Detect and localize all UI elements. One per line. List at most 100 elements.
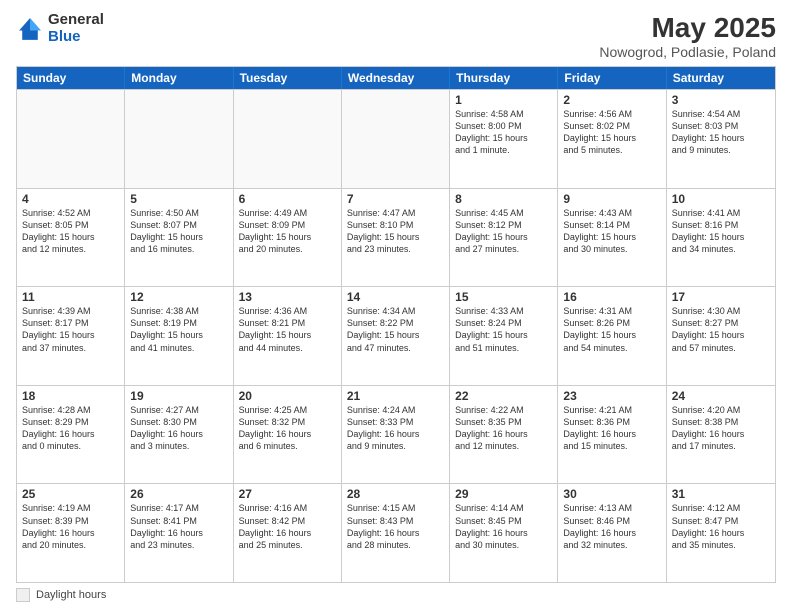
calendar-header: SundayMondayTuesdayWednesdayThursdayFrid… bbox=[17, 67, 775, 89]
legend-label: Daylight hours bbox=[36, 589, 106, 601]
cell-text: Sunrise: 4:15 AM Sunset: 8:43 PM Dayligh… bbox=[347, 502, 444, 551]
title-block: May 2025 Nowogrod, Podlasie, Poland bbox=[599, 12, 776, 60]
weekday-header-tuesday: Tuesday bbox=[234, 67, 342, 89]
day-number: 18 bbox=[22, 389, 119, 403]
logo: General Blue bbox=[16, 12, 104, 45]
cell-text: Sunrise: 4:13 AM Sunset: 8:46 PM Dayligh… bbox=[563, 502, 660, 551]
day-number: 3 bbox=[672, 93, 770, 107]
cell-text: Sunrise: 4:58 AM Sunset: 8:00 PM Dayligh… bbox=[455, 108, 552, 157]
calendar-cell-28: 28Sunrise: 4:15 AM Sunset: 8:43 PM Dayli… bbox=[342, 484, 450, 582]
day-number: 20 bbox=[239, 389, 336, 403]
day-number: 7 bbox=[347, 192, 444, 206]
logo-blue-text: Blue bbox=[48, 28, 81, 45]
cell-text: Sunrise: 4:45 AM Sunset: 8:12 PM Dayligh… bbox=[455, 207, 552, 256]
day-number: 14 bbox=[347, 290, 444, 304]
cell-text: Sunrise: 4:49 AM Sunset: 8:09 PM Dayligh… bbox=[239, 207, 336, 256]
location: Nowogrod, Podlasie, Poland bbox=[599, 44, 776, 60]
day-number: 21 bbox=[347, 389, 444, 403]
day-number: 22 bbox=[455, 389, 552, 403]
calendar-cell-13: 13Sunrise: 4:36 AM Sunset: 8:21 PM Dayli… bbox=[234, 287, 342, 385]
cell-text: Sunrise: 4:25 AM Sunset: 8:32 PM Dayligh… bbox=[239, 404, 336, 453]
calendar-row-2: 11Sunrise: 4:39 AM Sunset: 8:17 PM Dayli… bbox=[17, 286, 775, 385]
cell-text: Sunrise: 4:41 AM Sunset: 8:16 PM Dayligh… bbox=[672, 207, 770, 256]
calendar-cell-empty-0-3 bbox=[342, 90, 450, 188]
calendar-cell-22: 22Sunrise: 4:22 AM Sunset: 8:35 PM Dayli… bbox=[450, 386, 558, 484]
day-number: 4 bbox=[22, 192, 119, 206]
day-number: 24 bbox=[672, 389, 770, 403]
cell-text: Sunrise: 4:16 AM Sunset: 8:42 PM Dayligh… bbox=[239, 502, 336, 551]
cell-text: Sunrise: 4:47 AM Sunset: 8:10 PM Dayligh… bbox=[347, 207, 444, 256]
day-number: 8 bbox=[455, 192, 552, 206]
cell-text: Sunrise: 4:34 AM Sunset: 8:22 PM Dayligh… bbox=[347, 305, 444, 354]
calendar-cell-2: 2Sunrise: 4:56 AM Sunset: 8:02 PM Daylig… bbox=[558, 90, 666, 188]
calendar-cell-20: 20Sunrise: 4:25 AM Sunset: 8:32 PM Dayli… bbox=[234, 386, 342, 484]
calendar: SundayMondayTuesdayWednesdayThursdayFrid… bbox=[16, 66, 776, 583]
cell-text: Sunrise: 4:19 AM Sunset: 8:39 PM Dayligh… bbox=[22, 502, 119, 551]
calendar-cell-15: 15Sunrise: 4:33 AM Sunset: 8:24 PM Dayli… bbox=[450, 287, 558, 385]
cell-text: Sunrise: 4:30 AM Sunset: 8:27 PM Dayligh… bbox=[672, 305, 770, 354]
weekday-header-monday: Monday bbox=[125, 67, 233, 89]
cell-text: Sunrise: 4:12 AM Sunset: 8:47 PM Dayligh… bbox=[672, 502, 770, 551]
day-number: 17 bbox=[672, 290, 770, 304]
page: General Blue May 2025 Nowogrod, Podlasie… bbox=[0, 0, 792, 612]
cell-text: Sunrise: 4:21 AM Sunset: 8:36 PM Dayligh… bbox=[563, 404, 660, 453]
cell-text: Sunrise: 4:54 AM Sunset: 8:03 PM Dayligh… bbox=[672, 108, 770, 157]
day-number: 9 bbox=[563, 192, 660, 206]
calendar-cell-empty-0-1 bbox=[125, 90, 233, 188]
day-number: 5 bbox=[130, 192, 227, 206]
cell-text: Sunrise: 4:22 AM Sunset: 8:35 PM Dayligh… bbox=[455, 404, 552, 453]
cell-text: Sunrise: 4:56 AM Sunset: 8:02 PM Dayligh… bbox=[563, 108, 660, 157]
calendar-cell-16: 16Sunrise: 4:31 AM Sunset: 8:26 PM Dayli… bbox=[558, 287, 666, 385]
cell-text: Sunrise: 4:20 AM Sunset: 8:38 PM Dayligh… bbox=[672, 404, 770, 453]
cell-text: Sunrise: 4:27 AM Sunset: 8:30 PM Dayligh… bbox=[130, 404, 227, 453]
calendar-cell-21: 21Sunrise: 4:24 AM Sunset: 8:33 PM Dayli… bbox=[342, 386, 450, 484]
calendar-row-0: 1Sunrise: 4:58 AM Sunset: 8:00 PM Daylig… bbox=[17, 89, 775, 188]
calendar-cell-27: 27Sunrise: 4:16 AM Sunset: 8:42 PM Dayli… bbox=[234, 484, 342, 582]
cell-text: Sunrise: 4:50 AM Sunset: 8:07 PM Dayligh… bbox=[130, 207, 227, 256]
day-number: 11 bbox=[22, 290, 119, 304]
calendar-cell-17: 17Sunrise: 4:30 AM Sunset: 8:27 PM Dayli… bbox=[667, 287, 775, 385]
cell-text: Sunrise: 4:17 AM Sunset: 8:41 PM Dayligh… bbox=[130, 502, 227, 551]
calendar-cell-19: 19Sunrise: 4:27 AM Sunset: 8:30 PM Dayli… bbox=[125, 386, 233, 484]
calendar-cell-24: 24Sunrise: 4:20 AM Sunset: 8:38 PM Dayli… bbox=[667, 386, 775, 484]
day-number: 6 bbox=[239, 192, 336, 206]
calendar-cell-10: 10Sunrise: 4:41 AM Sunset: 8:16 PM Dayli… bbox=[667, 189, 775, 287]
cell-text: Sunrise: 4:28 AM Sunset: 8:29 PM Dayligh… bbox=[22, 404, 119, 453]
logo-icon bbox=[16, 15, 44, 43]
calendar-cell-4: 4Sunrise: 4:52 AM Sunset: 8:05 PM Daylig… bbox=[17, 189, 125, 287]
day-number: 10 bbox=[672, 192, 770, 206]
calendar-cell-5: 5Sunrise: 4:50 AM Sunset: 8:07 PM Daylig… bbox=[125, 189, 233, 287]
day-number: 19 bbox=[130, 389, 227, 403]
legend: Daylight hours bbox=[16, 588, 776, 602]
day-number: 15 bbox=[455, 290, 552, 304]
cell-text: Sunrise: 4:39 AM Sunset: 8:17 PM Dayligh… bbox=[22, 305, 119, 354]
day-number: 30 bbox=[563, 487, 660, 501]
calendar-cell-9: 9Sunrise: 4:43 AM Sunset: 8:14 PM Daylig… bbox=[558, 189, 666, 287]
weekday-header-sunday: Sunday bbox=[17, 67, 125, 89]
calendar-cell-1: 1Sunrise: 4:58 AM Sunset: 8:00 PM Daylig… bbox=[450, 90, 558, 188]
calendar-row-3: 18Sunrise: 4:28 AM Sunset: 8:29 PM Dayli… bbox=[17, 385, 775, 484]
cell-text: Sunrise: 4:36 AM Sunset: 8:21 PM Dayligh… bbox=[239, 305, 336, 354]
calendar-cell-23: 23Sunrise: 4:21 AM Sunset: 8:36 PM Dayli… bbox=[558, 386, 666, 484]
day-number: 16 bbox=[563, 290, 660, 304]
weekday-header-thursday: Thursday bbox=[450, 67, 558, 89]
cell-text: Sunrise: 4:38 AM Sunset: 8:19 PM Dayligh… bbox=[130, 305, 227, 354]
calendar-cell-empty-0-0 bbox=[17, 90, 125, 188]
calendar-cell-12: 12Sunrise: 4:38 AM Sunset: 8:19 PM Dayli… bbox=[125, 287, 233, 385]
calendar-cell-3: 3Sunrise: 4:54 AM Sunset: 8:03 PM Daylig… bbox=[667, 90, 775, 188]
weekday-header-wednesday: Wednesday bbox=[342, 67, 450, 89]
cell-text: Sunrise: 4:33 AM Sunset: 8:24 PM Dayligh… bbox=[455, 305, 552, 354]
calendar-cell-6: 6Sunrise: 4:49 AM Sunset: 8:09 PM Daylig… bbox=[234, 189, 342, 287]
calendar-cell-25: 25Sunrise: 4:19 AM Sunset: 8:39 PM Dayli… bbox=[17, 484, 125, 582]
day-number: 2 bbox=[563, 93, 660, 107]
day-number: 1 bbox=[455, 93, 552, 107]
calendar-row-4: 25Sunrise: 4:19 AM Sunset: 8:39 PM Dayli… bbox=[17, 483, 775, 582]
header: General Blue May 2025 Nowogrod, Podlasie… bbox=[16, 12, 776, 60]
day-number: 27 bbox=[239, 487, 336, 501]
weekday-header-saturday: Saturday bbox=[667, 67, 775, 89]
legend-box bbox=[16, 588, 30, 602]
month-year: May 2025 bbox=[599, 12, 776, 44]
calendar-cell-8: 8Sunrise: 4:45 AM Sunset: 8:12 PM Daylig… bbox=[450, 189, 558, 287]
calendar-cell-18: 18Sunrise: 4:28 AM Sunset: 8:29 PM Dayli… bbox=[17, 386, 125, 484]
calendar-cell-29: 29Sunrise: 4:14 AM Sunset: 8:45 PM Dayli… bbox=[450, 484, 558, 582]
